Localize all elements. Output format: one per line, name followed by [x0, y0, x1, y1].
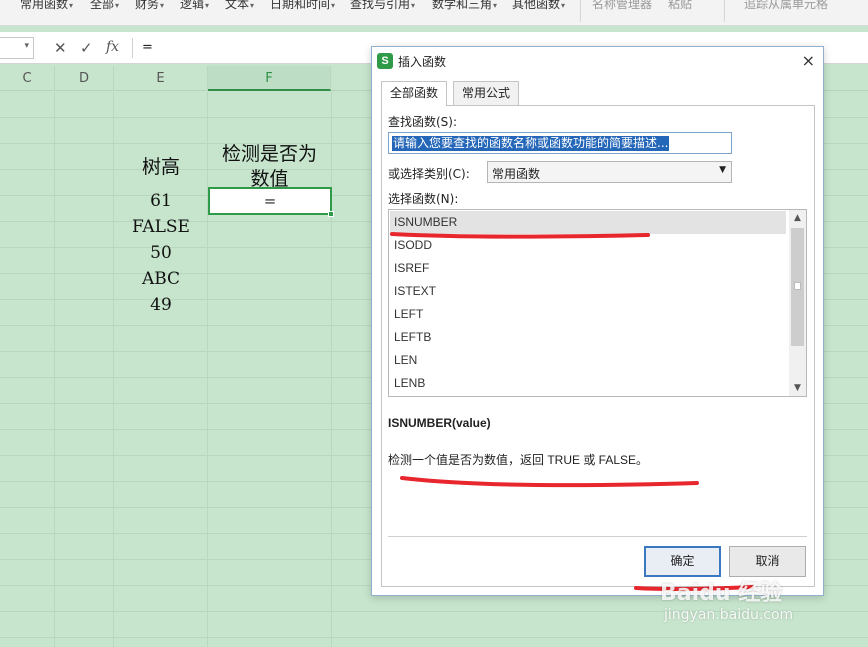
active-cell-value: = — [263, 192, 277, 210]
list-item[interactable]: LEN — [390, 349, 786, 372]
chevron-down-icon: ▾ — [24, 41, 29, 51]
ribbon-name-manager[interactable]: 名称管理器 — [592, 0, 652, 12]
category-select[interactable]: 常用函数 ▼ — [487, 161, 732, 183]
ribbon-all[interactable]: 全部▾ — [90, 0, 119, 12]
tab-all-functions[interactable]: 全部函数 — [381, 81, 448, 106]
tab-common-formulas[interactable]: 常用公式 — [453, 81, 520, 105]
column-header-d[interactable]: D — [55, 66, 114, 91]
ribbon-datetime[interactable]: 日期和时间▾ — [270, 0, 335, 12]
ribbon-finance[interactable]: 财务▾ — [135, 0, 164, 12]
search-label: 查找函数(S): — [388, 115, 458, 129]
dialog-title-bar[interactable]: S 插入函数 × — [372, 47, 823, 75]
column-header-f[interactable]: F — [208, 66, 331, 91]
insert-function-dialog: S 插入函数 × 全部函数 常用公式 查找函数(S): 请输入您要查找的函数名称… — [371, 46, 824, 596]
cell-e-value[interactable]: FALSE — [114, 217, 208, 237]
wps-app-icon: S — [377, 53, 393, 69]
scrollbar-grip — [794, 282, 801, 290]
scroll-up-icon[interactable]: ▲ — [789, 210, 806, 226]
dialog-title: 插入函数 — [398, 55, 447, 69]
list-item[interactable]: ISREF — [390, 257, 786, 280]
scroll-down-icon[interactable]: ▼ — [789, 380, 806, 396]
watermark-logo: Baidu 经验 — [660, 581, 783, 606]
list-item[interactable]: LENB — [390, 372, 786, 395]
list-item[interactable]: LEFT — [390, 303, 786, 326]
confirm-icon[interactable]: ✓ — [80, 39, 93, 57]
ribbon: 常用函数▾ 全部▾ 财务▾ 逻辑▾ 文本▾ 日期和时间▾ 查找与引用▾ 数学和三… — [0, 0, 868, 26]
list-item[interactable]: ISTEXT — [390, 280, 786, 303]
column-header-c[interactable]: C — [0, 66, 55, 91]
function-list-label: 选择函数(N): — [388, 192, 459, 206]
ribbon-common-functions[interactable]: 常用函数▾ — [20, 0, 73, 12]
fill-handle[interactable] — [328, 211, 334, 217]
category-value: 常用函数 — [492, 167, 541, 181]
fx-icon[interactable]: fx — [106, 39, 119, 55]
ribbon-other[interactable]: 其他函数▾ — [512, 0, 565, 12]
cell-f-header-line1[interactable]: 检测是否为 — [208, 139, 331, 166]
ok-button[interactable]: 确定 — [644, 546, 721, 577]
active-cell-f[interactable]: = — [208, 187, 334, 217]
list-item[interactable]: ISODD — [390, 234, 786, 257]
formula-separator — [132, 38, 133, 58]
list-item[interactable]: LEFTB — [390, 326, 786, 349]
category-label: 或选择类别(C): — [388, 167, 470, 181]
cancel-icon[interactable]: ✕ — [54, 39, 67, 57]
grid-line — [54, 92, 55, 647]
ribbon-trace-dependents[interactable]: 追踪从属单元格 — [744, 0, 828, 12]
dialog-divider — [388, 536, 807, 537]
ribbon-text[interactable]: 文本▾ — [225, 0, 254, 12]
list-scrollbar[interactable]: ▲ ▼ — [789, 210, 806, 396]
ribbon-separator — [580, 0, 581, 22]
ribbon-separator — [724, 0, 725, 22]
close-icon[interactable]: × — [802, 51, 815, 70]
ribbon-lookup[interactable]: 查找与引用▾ — [350, 0, 415, 12]
cell-e-value[interactable]: 61 — [114, 191, 208, 211]
function-signature: ISNUMBER(value) — [388, 416, 491, 430]
function-search-input[interactable]: 请输入您要查找的函数名称或函数功能的简要描述... — [388, 132, 732, 154]
ribbon-logic[interactable]: 逻辑▾ — [180, 0, 209, 12]
formula-input[interactable]: = — [142, 40, 153, 55]
function-description: 检测一个值是否为数值，返回 TRUE 或 FALSE。 — [388, 453, 649, 467]
ribbon-paste[interactable]: 粘贴 — [668, 0, 692, 12]
scrollbar-thumb[interactable] — [791, 228, 804, 346]
cell-e-value[interactable]: 49 — [114, 295, 208, 315]
cell-e-header[interactable]: 树高 — [114, 152, 208, 179]
dialog-panel: 查找函数(S): 请输入您要查找的函数名称或函数功能的简要描述... 或选择类别… — [381, 105, 815, 587]
grid-line — [331, 92, 332, 647]
cell-e-value[interactable]: 50 — [114, 243, 208, 263]
watermark-url: jingyan.baidu.com — [664, 607, 794, 623]
list-item-isnumber[interactable]: ISNUMBER — [390, 211, 786, 234]
cell-e-value[interactable]: ABC — [114, 269, 208, 289]
search-text: 请输入您要查找的函数名称或函数功能的简要描述... — [392, 136, 670, 151]
function-list[interactable]: ISNUMBER ISODD ISREF ISTEXT LEFT LEFTB L… — [388, 209, 807, 397]
ribbon-math[interactable]: 数学和三角▾ — [432, 0, 497, 12]
chevron-down-icon: ▼ — [719, 165, 726, 175]
name-box[interactable]: ▾ — [0, 37, 34, 59]
cancel-button[interactable]: 取消 — [729, 546, 806, 577]
column-header-e[interactable]: E — [114, 66, 208, 91]
